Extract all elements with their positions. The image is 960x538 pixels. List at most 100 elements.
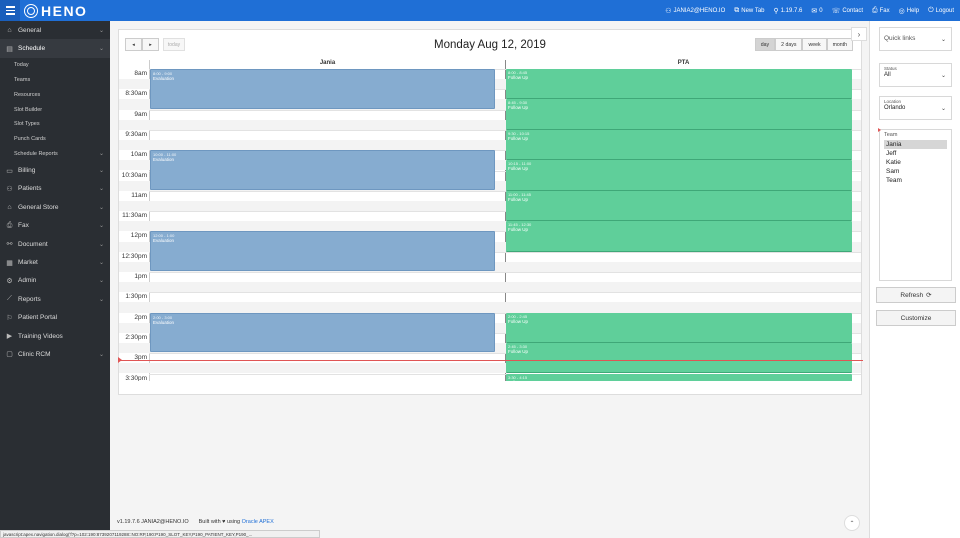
sidebar-subitem-teams[interactable]: Teams — [0, 73, 110, 88]
sidebar-item-training-videos[interactable]: ▶ Training Videos — [0, 327, 110, 345]
fax-icon: ⎙ — [872, 6, 878, 14]
appointment-event[interactable]: 11:45 - 12:30 Follow Up — [506, 221, 852, 252]
appointment-event[interactable]: 3:30 - 4:15Follow Up — [506, 373, 852, 381]
appointment-event[interactable]: 2:00 - 3:00 Evaluation — [150, 312, 495, 353]
event-time: 12:00 - 1:00 — [153, 233, 175, 239]
event-title: Follow Up — [508, 75, 529, 80]
sidebar-subitem-today[interactable]: Today — [0, 58, 110, 73]
view-week-button[interactable]: week — [802, 38, 827, 51]
event-time: 10:00 - 11:00 — [153, 152, 177, 158]
time-slot[interactable] — [119, 282, 861, 293]
sidebar-item-patient-portal[interactable]: ⚐ Patient Portal — [0, 308, 110, 326]
appointment-event[interactable]: 2:00 - 2:45 Follow Up — [506, 312, 852, 344]
video-icon: ▶ — [6, 333, 13, 341]
power-icon: ⏻ — [928, 6, 934, 14]
chevron-up-icon: ⌃ — [849, 520, 855, 527]
time-grid[interactable]: 8am 8:30am 9am 9:30am 10am 10:30am 11am 11:30am… — [119, 69, 861, 381]
sidebar-item-patients[interactable]: ⚇ Patients ⌄ — [0, 180, 110, 198]
sidebar-item-clinic-rcm[interactable]: ▢ Clinic RCM ⌄ — [0, 345, 110, 363]
appointment-event[interactable]: 2:45 - 3:30 Follow Up — [506, 343, 852, 374]
market-icon: ▦ — [6, 259, 13, 267]
version-button[interactable]: ⚲ 1.19.7.6 — [774, 7, 803, 15]
refresh-button[interactable]: Refresh ⟳ — [876, 287, 956, 303]
appointment-event[interactable]: 11:00 - 11:45 Follow Up — [506, 190, 852, 222]
team-option-jeff[interactable]: Jeff — [884, 149, 947, 158]
view-month-button[interactable]: month — [826, 38, 853, 51]
chevron-down-icon: ⌄ — [98, 223, 104, 230]
oracle-apex-link[interactable]: Oracle APEX — [242, 519, 274, 525]
top-bar: HENO ⚇ JANIA2@HENO.IO ⧉ New Tab ⚲ 1.19.7.6 … — [0, 0, 960, 21]
calendar-icon: ▤ — [6, 45, 13, 53]
location-select[interactable]: Location Orlando ⌄ — [879, 96, 952, 120]
appointment-event[interactable]: 9:30 - 10:15 Follow Up — [506, 129, 852, 161]
time-slot[interactable] — [119, 272, 861, 282]
appointment-event[interactable]: 10:00 - 11:00 Evaluation — [150, 150, 495, 190]
sidebar-item-document[interactable]: ⚯ Document ⌄ — [0, 235, 110, 253]
sidebar-item-schedule[interactable]: ▤ Schedule ⌄ — [0, 39, 110, 58]
sidebar-subitem-slot-types[interactable]: Slot Types — [0, 117, 110, 132]
new-tab-button[interactable]: ⧉ New Tab — [734, 7, 764, 15]
collapse-panel-button[interactable]: › — [851, 27, 867, 41]
required-marker — [878, 128, 881, 132]
status-url-bar: javascript:apex.navigation.dialog('f?p=1… — [0, 530, 320, 538]
team-option-jania[interactable]: Jania — [884, 140, 947, 149]
user-menu-button[interactable]: ⚇ JANIA2@HENO.IO — [665, 7, 725, 15]
contact-button[interactable]: ☏ Contact — [832, 7, 863, 15]
view-2-days-button[interactable]: 2 days — [775, 38, 803, 51]
sidebar-subitem-slot-builder[interactable]: Slot Builder — [0, 102, 110, 117]
customize-button[interactable]: Customize — [876, 310, 956, 326]
event-time: 8:00 - 8:45 — [508, 70, 528, 75]
scroll-to-top-button[interactable]: ⌃ — [844, 515, 860, 531]
sidebar-item-market[interactable]: ▦ Market ⌄ — [0, 253, 110, 271]
status-select[interactable]: Status All ⌄ — [879, 63, 952, 87]
sidebar: ⌂ General ⌄ ▤ Schedule ⌄ Today Teams Resourc… — [0, 21, 110, 538]
sidebar-item-general-store[interactable]: ⌂ General Store ⌄ — [0, 198, 110, 216]
lightbulb-icon: ⚲ — [773, 7, 779, 15]
team-option-team[interactable]: Team — [884, 176, 947, 185]
appointment-event[interactable]: 10:15 - 11:00 Follow Up — [506, 160, 852, 191]
sidebar-subitem-resources[interactable]: Resources — [0, 87, 110, 102]
team-option-katie[interactable]: Katie — [884, 158, 947, 167]
appointment-event[interactable]: 8:00 - 8:45 Follow Up — [506, 69, 852, 100]
appointment-event[interactable]: 8:45 - 9:30 Follow Up — [506, 99, 852, 130]
fax-button[interactable]: ⎙ Fax — [872, 7, 890, 15]
event-time: 11:45 - 12:30 — [508, 222, 532, 228]
time-label: 8am — [134, 70, 147, 77]
time-label: 9am — [134, 110, 147, 118]
portal-icon: ⚐ — [6, 314, 13, 322]
team-option-sam[interactable]: Sam — [884, 167, 947, 176]
help-button[interactable]: ◎ Help — [899, 7, 919, 15]
resource-header-pta: PTA — [677, 60, 690, 66]
quick-links-select[interactable]: Quick links ⌄ — [879, 27, 952, 51]
menu-toggle-button[interactable] — [0, 0, 20, 21]
sidebar-item-reports[interactable]: ⟋ Reports ⌄ — [0, 290, 110, 308]
appointment-event[interactable]: 8:00 - 9:00 Evaluation — [150, 69, 495, 109]
sidebar-item-fax[interactable]: ⎙ Fax ⌄ — [0, 217, 110, 235]
sidebar-subitem-schedule-reports[interactable]: Schedule Reports ⌄ — [0, 147, 110, 162]
event-time: 8:00 - 9:00 — [153, 71, 173, 76]
reports-icon: ⟋ — [7, 295, 12, 303]
current-time-marker — [118, 357, 122, 363]
view-day-button[interactable]: day — [754, 38, 776, 51]
sidebar-item-admin[interactable]: ⚙ Admin ⌄ — [0, 272, 110, 290]
chevron-down-icon: ⌄ — [98, 278, 104, 285]
time-slot[interactable] — [119, 292, 861, 302]
time-label: 1:30pm — [125, 293, 147, 301]
logout-button[interactable]: ⏻ Logout — [928, 7, 954, 15]
event-time: 8:45 - 9:30 — [508, 100, 528, 106]
help-icon: ◎ — [898, 7, 905, 15]
mail-button[interactable]: ✉ 0 — [811, 7, 822, 15]
event-title: Follow Up — [508, 166, 529, 172]
sidebar-subitem-punch-cards[interactable]: Punch Cards — [0, 132, 110, 147]
sidebar-item-billing[interactable]: ▭ Billing ⌄ — [0, 161, 110, 179]
appointment-event[interactable]: 12:00 - 1:00 Evaluation — [150, 231, 495, 271]
team-listbox[interactable]: Team Jania Jeff Katie Sam Team — [879, 129, 952, 281]
current-time-line — [119, 360, 863, 361]
brand-logo[interactable]: HENO — [24, 3, 87, 19]
chevron-down-icon: ⌄ — [98, 186, 104, 193]
calendar-title: Monday Aug 12, 2019 — [434, 39, 546, 51]
sidebar-item-general[interactable]: ⌂ General ⌄ — [0, 21, 110, 39]
chevron-down-icon: ⌄ — [98, 151, 104, 158]
event-title: Follow Up — [508, 135, 529, 141]
time-slot[interactable] — [119, 302, 861, 313]
